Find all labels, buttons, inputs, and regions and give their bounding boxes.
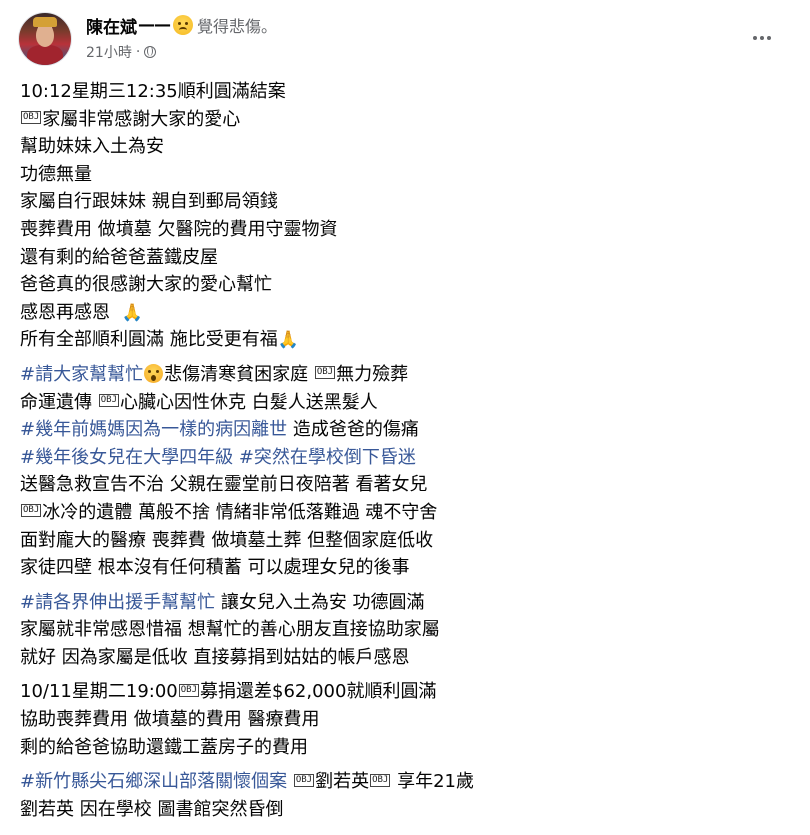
praying-hands-icon: 🙏 — [277, 330, 299, 351]
hashtag-link[interactable]: #請大家幫幫忙 — [20, 364, 143, 385]
text-line: 面對龐大的醫療 喪葬費 做墳墓土葬 但整個家庭低收 — [20, 529, 434, 551]
text-line: 所有全部順利圓滿 施比受更有福🙏 — [20, 326, 800, 354]
text-line: #請各界伸出援手幫幫忙 讓女兒入土為安 功德圓滿 — [20, 591, 425, 613]
text-line: 就好 因為家屬是低收 直接募捐到姑姑的帳戶感恩 — [20, 646, 410, 668]
post-meta: 21小時 · — [86, 42, 157, 62]
more-options-button[interactable] — [742, 22, 782, 54]
paragraph-3: #請各界伸出援手幫幫忙 讓女兒入土為安 功德圓滿 家屬就非常感恩惜福 想幫忙的善… — [20, 589, 800, 672]
hashtag-link[interactable]: #請各界伸出援手幫幫忙 — [20, 592, 215, 613]
text-line: 功德無量 — [20, 163, 92, 185]
text-line: 幫助妹妹入土為安 — [20, 136, 164, 158]
text-line: #新竹縣尖石鄉深山部落關懷個案 OBJ 劉若英 OBJ 享年21歲 — [20, 771, 474, 793]
paragraph-1: 10:12星期三12:35順利圓滿結案 OBJ 家屬非常感謝大家的愛心 幫助妹妹入… — [20, 78, 800, 354]
author-line: 陳在斌 —— 覺得悲傷。 — [86, 12, 277, 38]
text-line: OBJ 冰冷的遺體 萬般不捨 情緒非常低落難過 魂不守舍 — [21, 501, 438, 523]
crying-face-icon — [144, 364, 164, 384]
obj-placeholder-icon: OBJ — [314, 366, 336, 380]
obj-placeholder-icon: OBJ — [293, 773, 315, 787]
obj-placeholder-icon: OBJ — [21, 504, 42, 518]
paragraph-2: #請大家幫幫忙 悲傷清寒貧困家庭 OBJ 無力殮葬 命運遺傳 OBJ 心臟心因性休克 … — [20, 361, 800, 582]
hashtag-link[interactable]: #新竹縣尖石鄉深山部落關懷個案 — [20, 771, 287, 792]
text-line: 10/11星期二19:00 OBJ 募捐還差$62,000就順利圓滿 — [20, 681, 437, 703]
more-horizontal-icon — [753, 36, 771, 40]
author-name[interactable]: 陳在斌 — [86, 13, 137, 38]
text-line: 家徒四壁 根本沒有任何積蓄 可以處理女兒的後事 — [20, 557, 410, 579]
hashtag-link[interactable]: #幾年後女兒在大學四年級 — [20, 447, 233, 468]
text-line: 命運遺傳 OBJ 心臟心因性休克 白髮人送黑髮人 — [20, 391, 378, 413]
post-timestamp[interactable]: 21小時 — [86, 42, 132, 62]
avatar-face — [36, 25, 54, 47]
post-header: 陳在斌 —— 覺得悲傷。 21小時 · — [0, 0, 810, 75]
author-avatar[interactable] — [18, 12, 72, 66]
text-line: 爸爸真的很感謝大家的愛心幫忙 — [20, 274, 272, 296]
post-text: 10:12星期三12:35順利圓滿結案 OBJ 家屬非常感謝大家的愛心 幫助妹妹入… — [20, 78, 800, 823]
feeling-separator: —— — [138, 15, 171, 35]
praying-hands-icon: 🙏 — [121, 302, 143, 323]
obj-placeholder-icon: OBJ — [98, 394, 119, 408]
text-line: 家屬自行跟妹妹 親自到郵局領錢 — [20, 191, 278, 213]
paragraph-5: #新竹縣尖石鄉深山部落關懷個案 OBJ 劉若英 OBJ 享年21歲 劉若英 因在學校… — [20, 768, 800, 823]
text-line: 協助喪葬費用 做墳墓的費用 醫療費用 — [20, 709, 320, 731]
text-line: 送醫急救宣告不治 父親在靈堂前日夜陪著 看著女兒 — [20, 474, 428, 496]
hashtag-link[interactable]: #突然在學校倒下昏迷 — [239, 447, 416, 468]
avatar-robe — [27, 45, 63, 65]
obj-placeholder-icon: OBJ — [178, 683, 200, 697]
text-line: 剩的給爸爸協助還鐵工蓋房子的費用 — [20, 736, 308, 758]
meta-separator: · — [135, 44, 141, 60]
obj-placeholder-icon: OBJ — [21, 111, 42, 125]
text-line: #幾年前媽媽因為一樣的病因離世 造成爸爸的傷痛 — [20, 419, 419, 441]
paragraph-4: 10/11星期二19:00 OBJ 募捐還差$62,000就順利圓滿 協助喪葬費用 … — [20, 678, 800, 761]
feeling-text: 覺得悲傷。 — [197, 17, 278, 36]
text-line: 家屬就非常感恩惜福 想幫忙的善心朋友直接協助家屬 — [20, 619, 440, 641]
sad-face-emoji-icon — [173, 15, 193, 35]
globe-icon[interactable] — [144, 46, 157, 58]
text-line: 喪葬費用 做墳墓 欠醫院的費用守靈物資 — [20, 218, 338, 240]
avatar-crown — [33, 17, 57, 27]
text-line: 還有剩的給爸爸蓋鐵皮屋 — [20, 246, 218, 268]
text-line: #請大家幫幫忙 悲傷清寒貧困家庭 OBJ 無力殮葬 — [20, 363, 409, 385]
obj-placeholder-icon: OBJ — [370, 773, 391, 787]
hashtag-link[interactable]: #幾年前媽媽因為一樣的病因離世 — [20, 419, 287, 440]
text-line: 10:12星期三12:35順利圓滿結案 — [20, 81, 286, 102]
text-line: 劉若英 因在學校 圖書館突然昏倒 — [20, 798, 284, 820]
text-line: #幾年後女兒在大學四年級 #突然在學校倒下昏迷 — [20, 444, 800, 472]
text-line: OBJ 家屬非常感謝大家的愛心 — [21, 108, 241, 130]
text-line: 感恩再感恩 🙏 — [20, 299, 800, 327]
